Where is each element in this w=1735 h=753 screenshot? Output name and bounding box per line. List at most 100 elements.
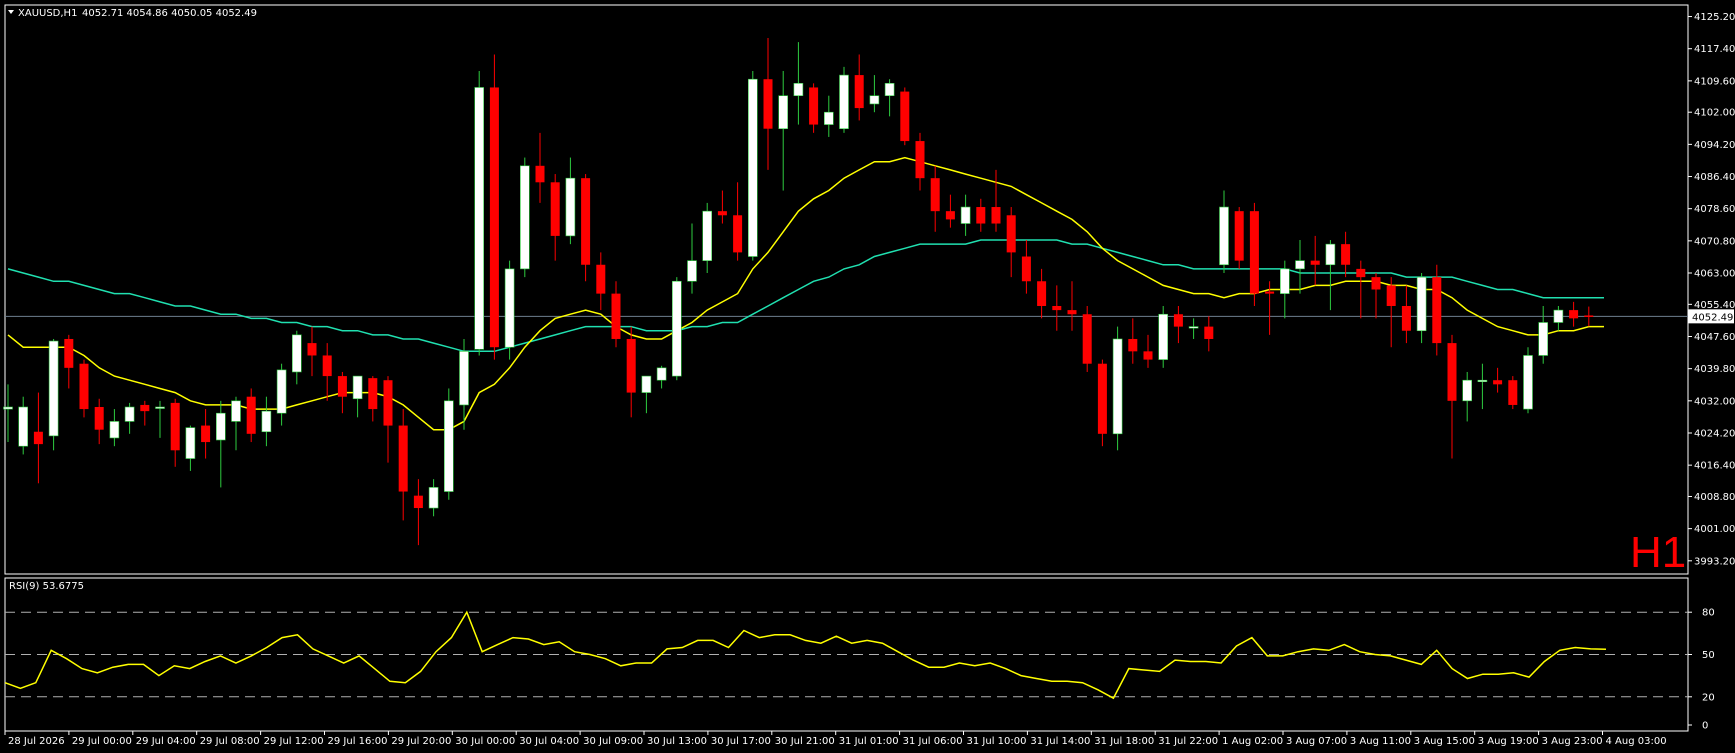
candle-body <box>1493 380 1503 385</box>
price-tick-label: 4078.60 <box>1694 204 1735 215</box>
candle-body <box>671 280 682 377</box>
candle-body <box>915 141 925 179</box>
time-tick-label: 3 Aug 07:00 <box>1286 736 1347 747</box>
candle-body <box>839 74 849 129</box>
price-tick-label: 4094.20 <box>1694 140 1735 151</box>
candle-body <box>383 380 393 426</box>
time-tick-label: 30 Jul 17:00 <box>711 736 771 747</box>
candle-body <box>702 210 713 261</box>
candle-body <box>1371 277 1381 290</box>
candle-body <box>1280 268 1290 294</box>
price-tick-label: 4102.00 <box>1694 108 1735 119</box>
candle-body <box>1523 355 1533 410</box>
candle-body <box>504 268 515 348</box>
time-tick-label: 1 Aug 02:00 <box>1222 736 1283 747</box>
candle-body <box>1204 326 1214 339</box>
candle-body <box>976 207 986 224</box>
candle-body <box>489 87 499 348</box>
candle-body <box>48 340 59 437</box>
candle-body <box>337 376 347 397</box>
price-tick-label: 4125.20 <box>1694 12 1735 23</box>
candle-body <box>611 293 621 339</box>
chart-ohlc-values: 4052.71 4054.86 4050.05 4052.49 <box>82 8 257 19</box>
candle-body <box>352 375 363 400</box>
candle-body <box>1416 276 1427 332</box>
candle-body <box>140 404 150 412</box>
time-tick-label: 29 Jul 12:00 <box>264 736 324 747</box>
candle-body <box>519 165 530 270</box>
candle-body <box>823 111 834 125</box>
time-tick-label: 30 Jul 09:00 <box>583 736 643 747</box>
rsi-tick-label: 0 <box>1702 721 1708 732</box>
candle-body <box>1447 343 1457 401</box>
time-tick-label: 30 Jul 13:00 <box>647 736 707 747</box>
rsi-tick-label: 20 <box>1702 692 1715 703</box>
candle-body <box>322 355 332 377</box>
candle-body <box>33 431 43 445</box>
candle-body <box>535 165 545 183</box>
candle-body <box>216 412 226 441</box>
candle-body <box>291 334 302 373</box>
rsi-title: RSI(9) 53.6775 <box>9 581 84 592</box>
candle-body <box>991 207 1001 224</box>
candle-body <box>1188 326 1199 329</box>
chart-canvas: 4125.20 4117.40 4109.60 4102.00 4094.20 4086.… <box>0 0 1735 753</box>
time-tick-label: 31 Jul 18:00 <box>1094 736 1154 747</box>
candle-body <box>656 367 667 381</box>
time-tick-label: 3 Aug 15:00 <box>1414 736 1475 747</box>
time-tick-label: 29 Jul 20:00 <box>391 736 451 747</box>
price-tick-label: 4001.00 <box>1694 524 1735 535</box>
price-tick-label: 4008.80 <box>1694 492 1735 503</box>
candle-body <box>443 400 454 492</box>
candle-body <box>1082 314 1092 364</box>
candle-body <box>398 425 408 492</box>
candle-body <box>747 78 758 257</box>
candle-body <box>201 425 211 443</box>
time-tick-label: 29 Jul 00:00 <box>72 736 132 747</box>
candle-body <box>626 338 636 393</box>
candle-body <box>1052 305 1062 311</box>
candle-body <box>124 406 135 422</box>
candle-body <box>231 400 241 422</box>
candle-body <box>641 375 652 393</box>
candle-body <box>1386 285 1396 306</box>
candle-body <box>1553 309 1564 323</box>
price-tick-label: 3993.20 <box>1694 556 1735 567</box>
candle-body <box>1265 291 1275 294</box>
candle-body <box>1173 314 1183 327</box>
candle-body <box>763 79 773 129</box>
chart-symbol: XAUUSD,H1 <box>18 8 77 19</box>
price-tick-label: 4117.40 <box>1694 44 1735 55</box>
time-tick-label: 31 Jul 14:00 <box>1030 736 1090 747</box>
candle-body <box>1432 277 1442 344</box>
candle-body <box>1569 310 1579 319</box>
candle-body <box>246 396 256 434</box>
candle-body <box>64 338 74 368</box>
time-tick-label: 31 Jul 01:00 <box>839 736 899 747</box>
candle-body <box>565 177 576 237</box>
candle-body <box>1234 211 1244 261</box>
candle-body <box>778 95 789 129</box>
candle-body <box>1584 315 1594 317</box>
candle-body <box>930 178 940 212</box>
candle-body <box>276 369 287 414</box>
time-tick-label: 31 Jul 06:00 <box>903 736 963 747</box>
time-tick-label: 29 Jul 04:00 <box>136 736 196 747</box>
candle-body <box>884 83 895 97</box>
candle-body <box>155 406 165 409</box>
candle-body <box>1538 322 1548 356</box>
candle-body <box>261 410 272 433</box>
price-tick-label: 4039.80 <box>1694 364 1735 375</box>
candle-body <box>1508 380 1518 405</box>
candle-body <box>1037 281 1047 306</box>
candle-body <box>1097 363 1107 434</box>
candle-body <box>581 178 591 265</box>
candle-body <box>413 495 423 509</box>
rsi-tick-label: 50 <box>1702 650 1715 661</box>
candle-body <box>687 260 697 282</box>
price-tick-label: 4055.40 <box>1694 300 1735 311</box>
candle-body <box>1158 313 1168 360</box>
candle-body <box>1310 260 1320 265</box>
time-tick-label: 30 Jul 00:00 <box>455 736 515 747</box>
price-tick-label: 4109.60 <box>1694 76 1735 87</box>
